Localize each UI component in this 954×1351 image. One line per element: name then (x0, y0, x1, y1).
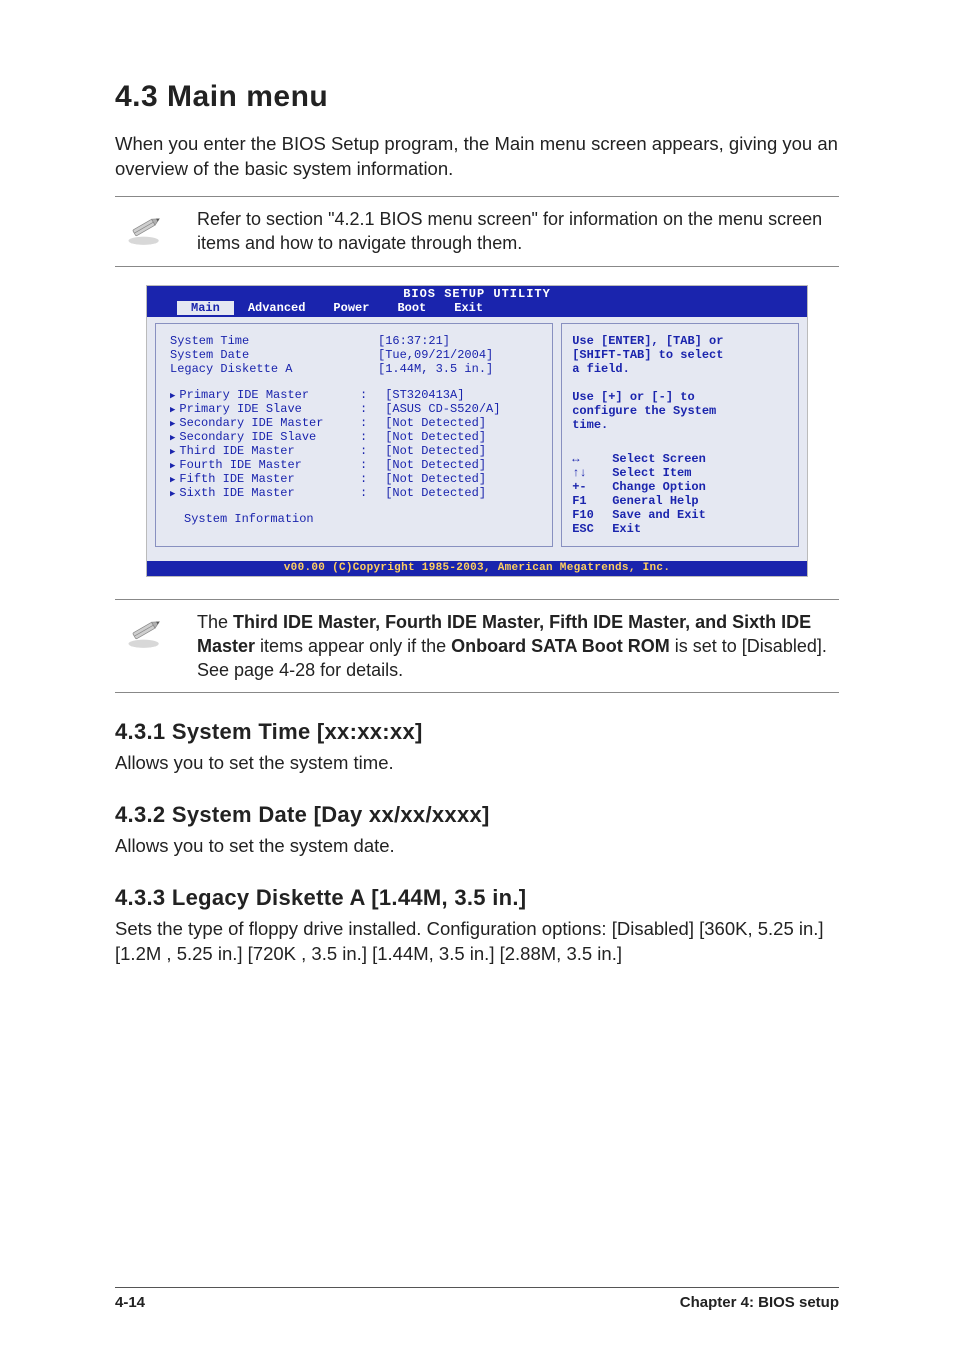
subsection-heading-1: 4.3.1 System Time [xx:xx:xx] (115, 719, 839, 745)
subsection-text-1: Allows you to set the system time. (115, 751, 839, 776)
bios-row[interactable]: Legacy Diskette A[1.44M, 3.5 in.] (170, 362, 540, 376)
bios-row[interactable]: System Time[16:37:21] (170, 334, 540, 348)
bios-system-information[interactable]: System Information (170, 512, 540, 526)
pencil-note-icon (115, 608, 175, 652)
note-block-1: Refer to section "4.2.1 BIOS menu screen… (115, 196, 839, 267)
bios-row[interactable]: Secondary IDE Slave: [Not Detected] (170, 430, 540, 444)
bios-row[interactable]: System Date[Tue,09/21/2004] (170, 348, 540, 362)
pencil-note-icon (115, 205, 175, 249)
bios-nav-row: ↑↓Select Item (572, 466, 790, 480)
bios-row[interactable]: Third IDE Master: [Not Detected] (170, 444, 540, 458)
note-text-2: The Third IDE Master, Fourth IDE Master,… (197, 608, 839, 683)
bios-row[interactable]: Fifth IDE Master: [Not Detected] (170, 472, 540, 486)
page-number: 4-14 (115, 1294, 145, 1311)
bios-nav-row: F1General Help (572, 494, 790, 508)
bios-tab-advanced[interactable]: Advanced (234, 301, 320, 315)
subsection-heading-2: 4.3.2 System Date [Day xx/xx/xxxx] (115, 802, 839, 828)
bios-nav-row: +-Change Option (572, 480, 790, 494)
bios-tab-power[interactable]: Power (319, 301, 383, 315)
bios-main-panel: System Time[16:37:21]System Date[Tue,09/… (155, 323, 553, 547)
bios-row[interactable]: Primary IDE Slave: [ASUS CD-S520/A] (170, 402, 540, 416)
note-block-2: The Third IDE Master, Fourth IDE Master,… (115, 599, 839, 694)
subsection-heading-3: 4.3.3 Legacy Diskette A [1.44M, 3.5 in.] (115, 885, 839, 911)
bios-row[interactable]: Fourth IDE Master: [Not Detected] (170, 458, 540, 472)
bios-row[interactable]: Secondary IDE Master: [Not Detected] (170, 416, 540, 430)
bios-nav-row: ESCExit (572, 522, 790, 536)
bios-tab-exit[interactable]: Exit (440, 301, 497, 315)
bios-nav-legend: ↔Select Screen↑↓Select Item+-Change Opti… (572, 452, 790, 536)
bios-help-panel: Use [ENTER], [TAB] or [SHIFT-TAB] to sel… (561, 323, 799, 547)
bios-title: BIOS SETUP UTILITY (147, 286, 807, 301)
chapter-label: Chapter 4: BIOS setup (680, 1294, 839, 1311)
bios-tab-boot[interactable]: Boot (383, 301, 440, 315)
intro-paragraph: When you enter the BIOS Setup program, t… (115, 132, 839, 182)
note2-pre: The (197, 612, 233, 632)
note2-bold2: Onboard SATA Boot ROM (451, 636, 670, 656)
note2-mid1: items appear only if the (255, 636, 451, 656)
bios-nav-row: ↔Select Screen (572, 452, 790, 466)
bios-tab-main[interactable]: Main (177, 301, 234, 315)
note-text-1: Refer to section "4.2.1 BIOS menu screen… (197, 205, 839, 256)
bios-screenshot: BIOS SETUP UTILITY MainAdvancedPowerBoot… (146, 285, 808, 577)
page-footer: 4-14 Chapter 4: BIOS setup (115, 1287, 839, 1311)
bios-nav-row: F10Save and Exit (572, 508, 790, 522)
bios-help-text: Use [ENTER], [TAB] or [SHIFT-TAB] to sel… (572, 334, 790, 432)
bios-tab-bar: MainAdvancedPowerBootExit (147, 301, 807, 317)
subsection-text-2: Allows you to set the system date. (115, 834, 839, 859)
bios-row[interactable]: Primary IDE Master: [ST320413A] (170, 388, 540, 402)
bios-copyright: v00.00 (C)Copyright 1985-2003, American … (147, 561, 807, 576)
bios-row[interactable]: Sixth IDE Master: [Not Detected] (170, 486, 540, 500)
subsection-text-3: Sets the type of floppy drive installed.… (115, 917, 839, 967)
section-heading: 4.3 Main menu (115, 80, 839, 114)
